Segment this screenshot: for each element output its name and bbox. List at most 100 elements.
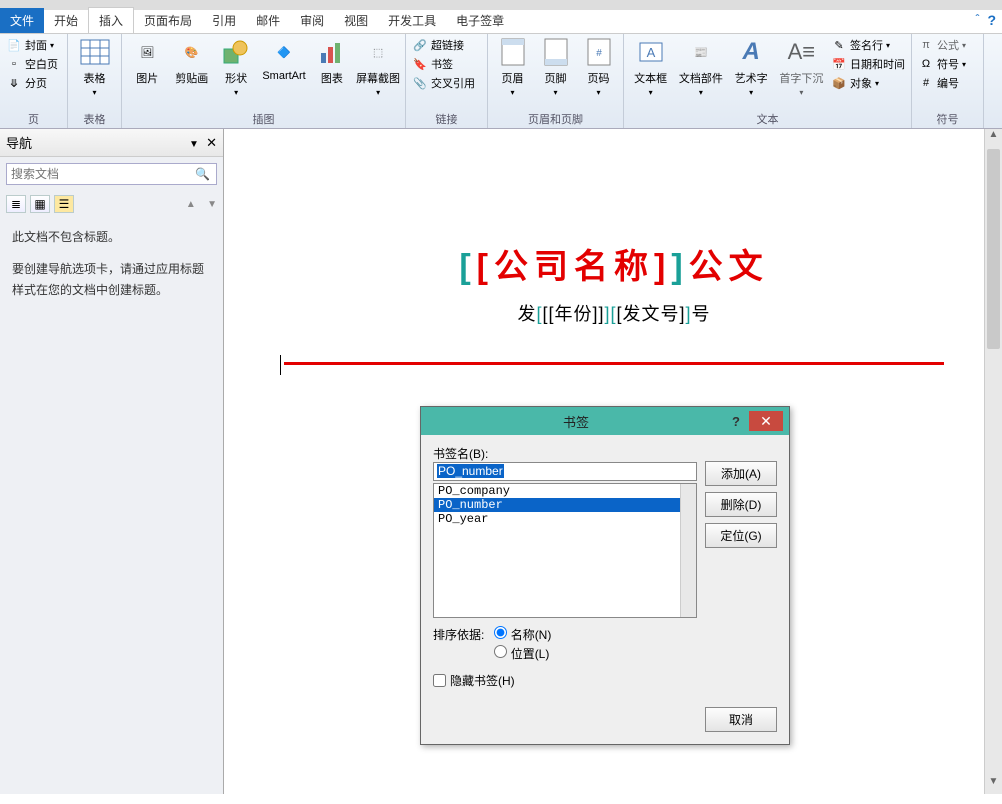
bookmark-icon: 🔖 (412, 56, 428, 72)
blank-page-icon: ▫ (6, 56, 22, 72)
search-input[interactable] (7, 164, 189, 184)
dropcap-button[interactable]: A≡首字下沉▾ (776, 36, 827, 97)
page-break-icon: ⤋ (6, 75, 22, 91)
sigline-icon: ✎ (831, 37, 847, 53)
clipart-icon: 🎨 (176, 36, 208, 68)
cover-page-icon: 📄 (6, 37, 22, 53)
nav-view-pages[interactable]: ▦ (30, 195, 50, 213)
list-scrollbar[interactable] (680, 484, 696, 617)
sort-label: 排序依据: (433, 626, 484, 643)
group-label-symbols: 符号 (912, 110, 983, 128)
tab-home[interactable]: 开始 (44, 8, 88, 33)
nav-msg-no-headings: 此文档不包含标题。 (12, 227, 211, 247)
tab-review[interactable]: 审阅 (290, 8, 334, 33)
tab-layout[interactable]: 页面布局 (134, 8, 202, 33)
sigline-button[interactable]: ✎签名行▾ (829, 36, 892, 54)
group-label-links: 链接 (406, 110, 487, 128)
ribbon-tabs: 文件 开始 插入 页面布局 引用 邮件 审阅 视图 开发工具 电子签章 ˆ ? (0, 10, 1002, 34)
nav-view-headings[interactable]: ≣ (6, 195, 26, 213)
nav-title: 导航 (6, 133, 32, 152)
textbox-icon: A (635, 36, 667, 68)
dialog-title: 书签 (427, 412, 725, 431)
quickparts-icon: 📰 (685, 36, 717, 68)
svg-text:A: A (646, 45, 655, 60)
tab-file[interactable]: 文件 (0, 8, 44, 33)
minimize-ribbon-icon[interactable]: ˆ (975, 12, 979, 28)
nav-down-icon[interactable]: ▼ (207, 199, 217, 210)
object-button[interactable]: 📦对象▾ (829, 74, 881, 92)
list-item[interactable]: PO_company (434, 484, 696, 498)
tab-view[interactable]: 视图 (334, 8, 378, 33)
picture-button[interactable]: 🖼图片 (126, 36, 168, 86)
dialog-help-icon[interactable]: ? (725, 411, 747, 431)
crossref-button[interactable]: 📎交叉引用 (410, 74, 477, 92)
group-label-text: 文本 (624, 110, 911, 128)
smartart-button[interactable]: 🔷SmartArt (259, 36, 308, 82)
blank-page-button[interactable]: ▫空白页 (4, 55, 60, 73)
group-label-illustrations: 插图 (122, 110, 405, 128)
tab-esign[interactable]: 电子签章 (446, 8, 514, 33)
group-label-tables: 表格 (68, 110, 121, 128)
nav-msg-hint: 要创建导航选项卡，请通过应用标题样式在您的文档中创建标题。 (12, 259, 211, 300)
cover-page-button[interactable]: 📄封面▾ (4, 36, 56, 54)
tab-references[interactable]: 引用 (202, 8, 246, 33)
chart-icon (316, 36, 348, 68)
hidden-bookmarks-checkbox[interactable]: 隐藏书签(H) (433, 672, 697, 689)
pagenum-button[interactable]: #页码▾ (578, 36, 619, 97)
cancel-button[interactable]: 取消 (705, 707, 777, 732)
datetime-icon: 📅 (831, 56, 847, 72)
footer-icon (540, 36, 572, 68)
delete-button[interactable]: 删除(D) (705, 492, 777, 517)
header-button[interactable]: 页眉▾ (492, 36, 533, 97)
sort-by-name-radio[interactable]: 名称(N) (494, 626, 551, 643)
tab-insert[interactable]: 插入 (88, 7, 134, 33)
hyperlink-button[interactable]: 🔗超链接 (410, 36, 466, 54)
chart-button[interactable]: 图表 (311, 36, 353, 86)
bookmark-button[interactable]: 🔖书签 (410, 55, 455, 73)
bookmark-name-input[interactable]: PO_number (433, 462, 697, 481)
list-item[interactable]: PO_number (434, 498, 696, 512)
tab-developer[interactable]: 开发工具 (378, 8, 446, 33)
bookmark-list[interactable]: PO_company PO_number PO_year (433, 483, 697, 618)
nav-view-results[interactable]: ☰ (54, 195, 74, 213)
document-subtitle: 发[[[年份]]][[发文号]]号 (284, 300, 944, 326)
number-button[interactable]: #编号 (916, 74, 961, 92)
sort-by-location-radio[interactable]: 位置(L) (494, 645, 551, 662)
clipart-button[interactable]: 🎨剪贴画 (170, 36, 212, 86)
screenshot-icon: ⬚ (362, 36, 394, 68)
nav-search: 🔍 (6, 163, 217, 185)
table-button[interactable]: 表格▾ (72, 36, 117, 97)
textbox-button[interactable]: A文本框▾ (628, 36, 673, 97)
search-icon[interactable]: 🔍 (189, 167, 216, 181)
dialog-close-icon[interactable]: ✕ (749, 411, 783, 431)
datetime-button[interactable]: 📅日期和时间 (829, 55, 907, 73)
table-icon (79, 36, 111, 68)
quickparts-button[interactable]: 📰文档部件▾ (675, 36, 726, 97)
wordart-icon: A (735, 36, 767, 68)
add-button[interactable]: 添加(A) (705, 461, 777, 486)
symbol-icon: Ω (918, 56, 934, 72)
list-item[interactable]: PO_year (434, 512, 696, 526)
footer-button[interactable]: 页脚▾ (535, 36, 576, 97)
bookmark-name-label: 书签名(B): (433, 445, 697, 462)
vertical-scrollbar[interactable]: ▲ ▼ (984, 129, 1002, 794)
symbol-button[interactable]: Ω符号▾ (916, 55, 968, 73)
shapes-button[interactable]: 形状▾ (215, 36, 257, 97)
dropcap-icon: A≡ (785, 36, 817, 68)
screenshot-button[interactable]: ⬚屏幕截图▾ (355, 36, 401, 97)
help-icon[interactable]: ? (987, 12, 996, 28)
svg-text:#: # (596, 48, 602, 59)
nav-close-icon[interactable]: ✕ (206, 135, 217, 150)
wordart-button[interactable]: A艺术字▾ (729, 36, 774, 97)
crossref-icon: 📎 (412, 75, 428, 91)
nav-dropdown-icon[interactable]: ▼ (189, 139, 199, 150)
page-break-button[interactable]: ⤋分页 (4, 74, 49, 92)
equation-button[interactable]: π公式▾ (916, 36, 968, 54)
nav-up-icon[interactable]: ▲ (186, 199, 196, 210)
document-title: [[公司名称]]公文 (284, 239, 944, 288)
red-separator (284, 362, 944, 365)
smartart-icon: 🔷 (268, 36, 300, 68)
goto-button[interactable]: 定位(G) (705, 523, 777, 548)
tab-mailings[interactable]: 邮件 (246, 8, 290, 33)
scrollbar-thumb[interactable] (987, 149, 1000, 349)
